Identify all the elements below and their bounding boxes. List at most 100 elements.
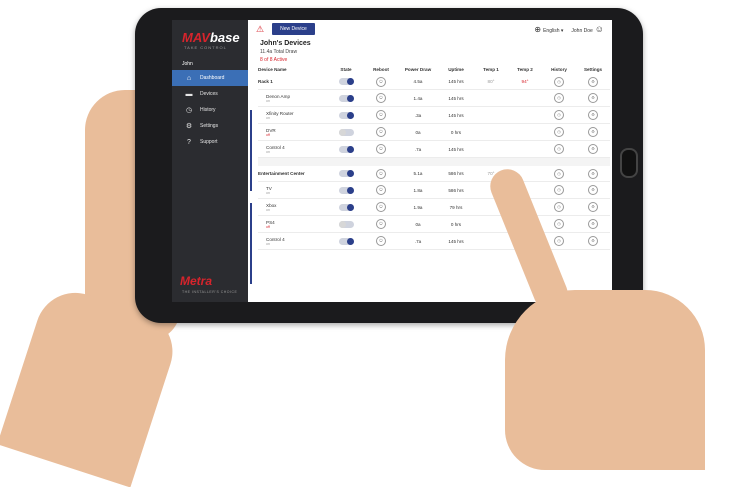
active-count: 8 of 8 Active xyxy=(260,57,288,63)
sidebar-item-settings[interactable]: ⚙ Settings xyxy=(172,118,248,134)
reboot-icon[interactable]: ⏻ xyxy=(376,76,386,87)
temp1 xyxy=(474,123,508,141)
clock-icon[interactable]: ◷ xyxy=(554,185,564,195)
user-menu[interactable]: John Doe ☺ xyxy=(571,24,604,34)
uptime: 145 hrs xyxy=(438,140,474,158)
devices-table: Device Name State Reboot Power Draw Upti… xyxy=(258,65,610,250)
power-draw: 0a xyxy=(398,123,438,141)
device-status: on xyxy=(266,190,270,195)
reboot-icon[interactable]: ⏻ xyxy=(376,185,386,195)
settings-cell: ⚙ xyxy=(576,89,610,107)
table-header: Device Name State Reboot Power Draw Upti… xyxy=(258,65,610,74)
reboot-icon[interactable]: ⏻ xyxy=(376,168,386,179)
device-name-cell: Control 4 on xyxy=(258,232,328,250)
gear-icon[interactable]: ⚙ xyxy=(588,110,598,120)
clock-icon[interactable]: ◷ xyxy=(554,168,564,179)
reboot-cell: ⏻ xyxy=(364,181,398,199)
state-toggle[interactable] xyxy=(338,170,354,177)
reboot-icon[interactable]: ⏻ xyxy=(376,236,386,246)
clock-icon[interactable]: ◷ xyxy=(554,127,564,137)
home-button[interactable] xyxy=(620,148,638,178)
device-name-cell: TV on xyxy=(258,181,328,199)
gear-icon[interactable]: ⚙ xyxy=(588,236,598,246)
table-row[interactable]: Control 4 on ⏻ .7a 145 hrs ◷ ⚙ xyxy=(258,232,610,250)
devices-icon: ▬ xyxy=(185,90,193,98)
reboot-cell: ⏻ xyxy=(364,140,398,158)
language-selector[interactable]: ⊕ English ▾ xyxy=(534,25,563,34)
col-device-name: Device Name xyxy=(258,67,287,72)
table-row-group[interactable]: Entertainment Center ⏻ 5.1a 586 hrs 70° ◷ ⚙ xyxy=(258,166,610,182)
toggle-knob xyxy=(346,237,354,245)
gear-icon[interactable]: ⚙ xyxy=(588,144,598,154)
clock-icon[interactable]: ◷ xyxy=(554,202,564,212)
sidebar-item-dashboard[interactable]: ⌂ Dashboard xyxy=(172,70,248,86)
clock-icon[interactable]: ◷ xyxy=(554,110,564,120)
table-row[interactable]: Control 4 on ⏻ .7a 145 hrs ◷ ⚙ xyxy=(258,140,610,158)
gear-icon[interactable]: ⚙ xyxy=(588,76,598,87)
reboot-icon[interactable]: ⏻ xyxy=(376,127,386,137)
temp2 xyxy=(508,89,542,107)
clock-icon[interactable]: ◷ xyxy=(554,93,564,103)
toggle-knob xyxy=(346,203,354,211)
power-draw: .7a xyxy=(398,232,438,250)
state-cell xyxy=(328,89,364,107)
table-row[interactable]: DVR off ⏻ 0a 0 hrs ◷ ⚙ xyxy=(258,123,610,141)
brand-logo: Metra xyxy=(180,274,213,288)
reboot-icon[interactable]: ⏻ xyxy=(376,93,386,103)
clock-icon[interactable]: ◷ xyxy=(554,236,564,246)
uptime: 145 hrs xyxy=(438,74,474,90)
reboot-icon[interactable]: ⏻ xyxy=(376,219,386,229)
power-draw: 5.1a xyxy=(398,166,438,182)
spacer-cell xyxy=(258,157,610,166)
gear-icon[interactable]: ⚙ xyxy=(588,93,598,103)
device-name-cell: Denon Amp on xyxy=(258,89,328,107)
gear-icon[interactable]: ⚙ xyxy=(588,202,598,212)
table-row-group[interactable]: Rack 1 ⏻ 4.5a 145 hrs 80° 94° ◷ ⚙ xyxy=(258,74,610,90)
reboot-cell: ⏻ xyxy=(364,123,398,141)
state-cell xyxy=(328,123,364,141)
sidebar-item-history[interactable]: ◷ History xyxy=(172,102,248,118)
power-draw: 1.8a xyxy=(398,181,438,199)
reboot-icon[interactable]: ⏻ xyxy=(376,202,386,212)
table-row[interactable]: Denon Amp on ⏻ 1.4a 145 hrs ◷ ⚙ xyxy=(258,89,610,107)
state-toggle[interactable] xyxy=(338,237,354,245)
new-device-button[interactable]: New Device xyxy=(272,23,315,35)
gear-icon[interactable]: ⚙ xyxy=(588,185,598,195)
gear-icon[interactable]: ⚙ xyxy=(588,168,598,179)
reboot-cell: ⏻ xyxy=(364,232,398,250)
table-row[interactable]: Xbox on ⏻ 1.9a 79 hrs ◷ ⚙ xyxy=(258,198,610,216)
clock-icon[interactable]: ◷ xyxy=(554,76,564,87)
sidebar-item-support[interactable]: ? Support xyxy=(172,134,248,150)
table-row[interactable]: PS4 off ⏻ 0a 0 hrs ◷ ⚙ xyxy=(258,215,610,233)
alert-icon[interactable]: ⚠ xyxy=(256,24,264,35)
group-name: Entertainment Center xyxy=(258,166,328,182)
state-toggle[interactable] xyxy=(338,128,354,136)
temp2: 94° xyxy=(508,74,542,90)
state-toggle[interactable] xyxy=(338,94,354,102)
uptime: 145 hrs xyxy=(438,232,474,250)
settings-cell: ⚙ xyxy=(576,106,610,124)
gear-icon[interactable]: ⚙ xyxy=(588,127,598,137)
state-toggle[interactable] xyxy=(338,203,354,211)
state-toggle[interactable] xyxy=(338,111,354,119)
toggle-knob xyxy=(346,111,354,119)
sidebar-item-devices[interactable]: ▬ Devices xyxy=(172,86,248,102)
reboot-cell: ⏻ xyxy=(364,106,398,124)
state-toggle[interactable] xyxy=(338,78,354,85)
clock-icon[interactable]: ◷ xyxy=(554,144,564,154)
state-toggle[interactable] xyxy=(338,145,354,153)
clock-icon[interactable]: ◷ xyxy=(554,219,564,229)
table-row[interactable]: TV on ⏻ 1.8a 586 hrs ◷ ⚙ xyxy=(258,181,610,199)
table-row[interactable]: Xfinity Router on ⏻ .3a 145 hrs ◷ ⚙ xyxy=(258,106,610,124)
state-toggle[interactable] xyxy=(338,220,354,228)
reboot-icon[interactable]: ⏻ xyxy=(376,144,386,154)
col-power-draw: Power Draw xyxy=(404,67,432,72)
toggle-knob xyxy=(346,94,354,102)
state-toggle[interactable] xyxy=(338,186,354,194)
uptime: 0 hrs xyxy=(438,215,474,233)
reboot-icon[interactable]: ⏻ xyxy=(376,110,386,120)
sidebar-user: John xyxy=(182,61,193,67)
toggle-knob xyxy=(346,186,354,194)
gear-icon[interactable]: ⚙ xyxy=(588,219,598,229)
settings-cell: ⚙ xyxy=(576,232,610,250)
